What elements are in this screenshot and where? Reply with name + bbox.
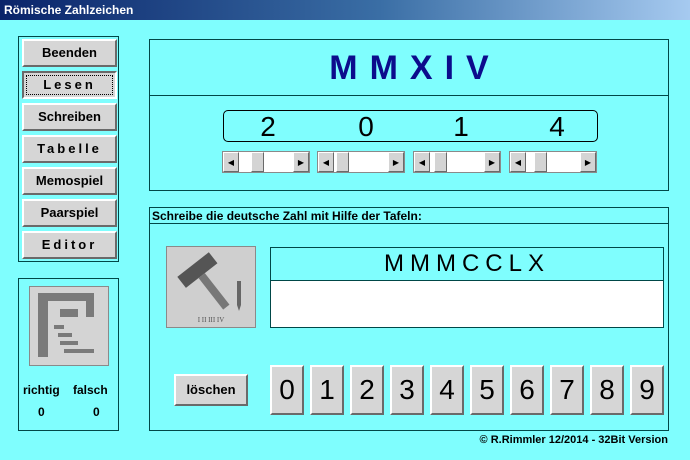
arrow-right-icon[interactable]: ▶ xyxy=(580,152,596,172)
scrollbar-thumb[interactable] xyxy=(251,152,264,172)
digit-button-3[interactable]: 3 xyxy=(390,365,424,415)
read-button[interactable]: Lesen xyxy=(22,71,117,99)
instruction-text: Schreibe die deutsche Zahl mit Hilfe der… xyxy=(150,208,668,224)
scrollbar-thumb[interactable] xyxy=(534,152,547,172)
wrong-count: 0 xyxy=(93,405,100,419)
editor-button[interactable]: Editor xyxy=(22,231,117,259)
answer-field xyxy=(270,280,664,328)
digit-button-6[interactable]: 6 xyxy=(510,365,544,415)
arrow-right-icon[interactable]: ▶ xyxy=(388,152,404,172)
score-panel: richtig falsch 0 0 xyxy=(18,278,119,431)
arrow-left-icon[interactable]: ◀ xyxy=(318,152,334,172)
tool-caption: I II III IV xyxy=(197,316,225,324)
scrollbar-thumb[interactable] xyxy=(336,152,349,172)
writing-panel: Schreibe die deutsche Zahl mit Hilfe der… xyxy=(149,207,669,431)
arrow-left-icon[interactable]: ◀ xyxy=(223,152,239,172)
arrow-right-icon[interactable]: ▶ xyxy=(484,152,500,172)
digit-button-4[interactable]: 4 xyxy=(430,365,464,415)
correct-count: 0 xyxy=(38,405,45,419)
digit-button-2[interactable]: 2 xyxy=(350,365,384,415)
divider xyxy=(150,95,668,96)
digit-hundreds: 0 xyxy=(358,111,374,142)
window-title: Römische Zahlzeichen xyxy=(0,0,690,20)
thousands-scrollbar[interactable]: ◀ ▶ xyxy=(222,151,310,173)
digit-ones: 4 xyxy=(549,111,565,142)
target-roman-numeral: MMMCCLX xyxy=(270,247,664,281)
menu-panel: Beenden Lesen Schreiben Tabelle Memospie… xyxy=(18,36,119,262)
memo-game-button[interactable]: Memospiel xyxy=(22,167,117,195)
scrollbar-thumb[interactable] xyxy=(434,152,447,172)
wrong-label: falsch xyxy=(73,383,108,397)
scrollbar-track[interactable] xyxy=(430,152,484,172)
chart-icon xyxy=(29,286,109,366)
digit-button-9[interactable]: 9 xyxy=(630,365,664,415)
ones-scrollbar[interactable]: ◀ ▶ xyxy=(509,151,597,173)
copyright-text: © R.Rimmler 12/2014 - 32Bit Version xyxy=(479,434,668,446)
correct-label: richtig xyxy=(23,383,60,397)
hammer-chisel-icon[interactable]: I II III IV xyxy=(166,246,256,328)
tens-scrollbar[interactable]: ◀ ▶ xyxy=(413,151,501,173)
digit-button-0[interactable]: 0 xyxy=(270,365,304,415)
scrollbar-track[interactable] xyxy=(526,152,580,172)
quit-button[interactable]: Beenden xyxy=(22,39,117,67)
digit-button-7[interactable]: 7 xyxy=(550,365,584,415)
arrow-left-icon[interactable]: ◀ xyxy=(510,152,526,172)
digit-thousands: 2 xyxy=(260,111,276,142)
pair-game-button[interactable]: Paarspiel xyxy=(22,199,117,227)
digit-button-5[interactable]: 5 xyxy=(470,365,504,415)
clear-button[interactable]: löschen xyxy=(174,374,248,406)
hundreds-scrollbar[interactable]: ◀ ▶ xyxy=(317,151,405,173)
write-button[interactable]: Schreiben xyxy=(22,103,117,131)
table-button[interactable]: Tabelle xyxy=(22,135,117,163)
scrollbar-track[interactable] xyxy=(334,152,388,172)
digit-display: 2 0 1 4 xyxy=(223,110,598,142)
digit-button-8[interactable]: 8 xyxy=(590,365,624,415)
reading-panel: MMXIV 2 0 1 4 ◀ ▶ ◀ ▶ ◀ ▶ ◀ ▶ xyxy=(149,39,669,191)
roman-numeral-display: MMXIV xyxy=(329,49,501,87)
digit-button-1[interactable]: 1 xyxy=(310,365,344,415)
arrow-left-icon[interactable]: ◀ xyxy=(414,152,430,172)
scrollbar-track[interactable] xyxy=(239,152,293,172)
arrow-right-icon[interactable]: ▶ xyxy=(293,152,309,172)
digit-tens: 1 xyxy=(453,111,469,142)
